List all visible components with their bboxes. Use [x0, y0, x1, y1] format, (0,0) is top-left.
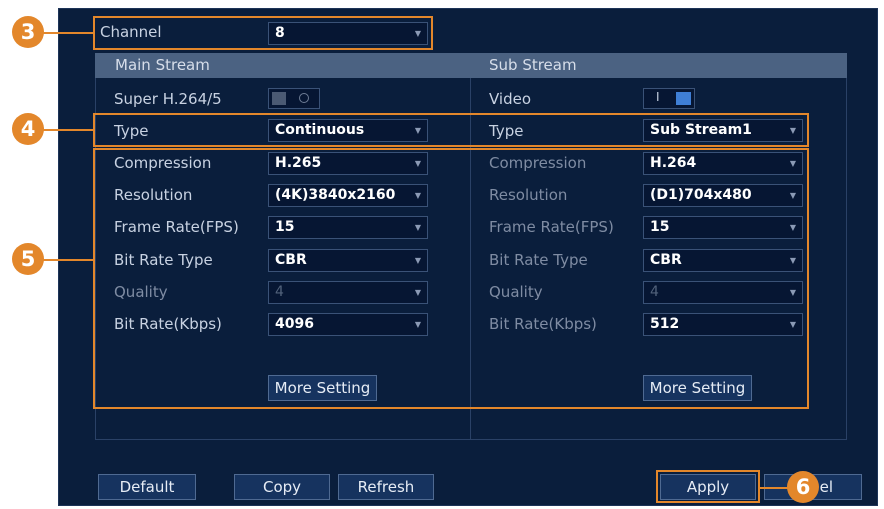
- callout-box-type: [93, 113, 809, 147]
- sub-stream-title: Sub Stream: [489, 56, 577, 74]
- stream-header-bar: Main Stream Sub Stream: [95, 53, 847, 78]
- callout-leader-5: [40, 259, 94, 261]
- callout-leader-4: [40, 129, 94, 131]
- refresh-button[interactable]: Refresh: [338, 474, 434, 500]
- video-toggle[interactable]: I: [643, 88, 695, 109]
- toggle-knob: [272, 92, 286, 105]
- callout-badge-4: 4: [12, 113, 44, 145]
- video-label: Video: [489, 90, 532, 108]
- super-h264-label: Super H.264/5: [114, 90, 222, 108]
- callout-box-stream-settings: [93, 148, 809, 409]
- super-h264-toggle[interactable]: [268, 88, 320, 109]
- callout-leader-3: [40, 32, 94, 34]
- callout-box-apply: [656, 470, 760, 503]
- callout-badge-6: 6: [787, 471, 819, 503]
- callout-leader-6: [759, 487, 789, 489]
- toggle-off-icon: [299, 93, 309, 103]
- callout-badge-5: 5: [12, 243, 44, 275]
- callout-box-channel: [93, 16, 433, 50]
- copy-button[interactable]: Copy: [234, 474, 330, 500]
- toggle-knob: [676, 92, 691, 105]
- main-stream-title: Main Stream: [115, 56, 210, 74]
- callout-badge-3: 3: [12, 16, 44, 48]
- default-button[interactable]: Default: [98, 474, 196, 500]
- toggle-on-icon: I: [656, 90, 660, 104]
